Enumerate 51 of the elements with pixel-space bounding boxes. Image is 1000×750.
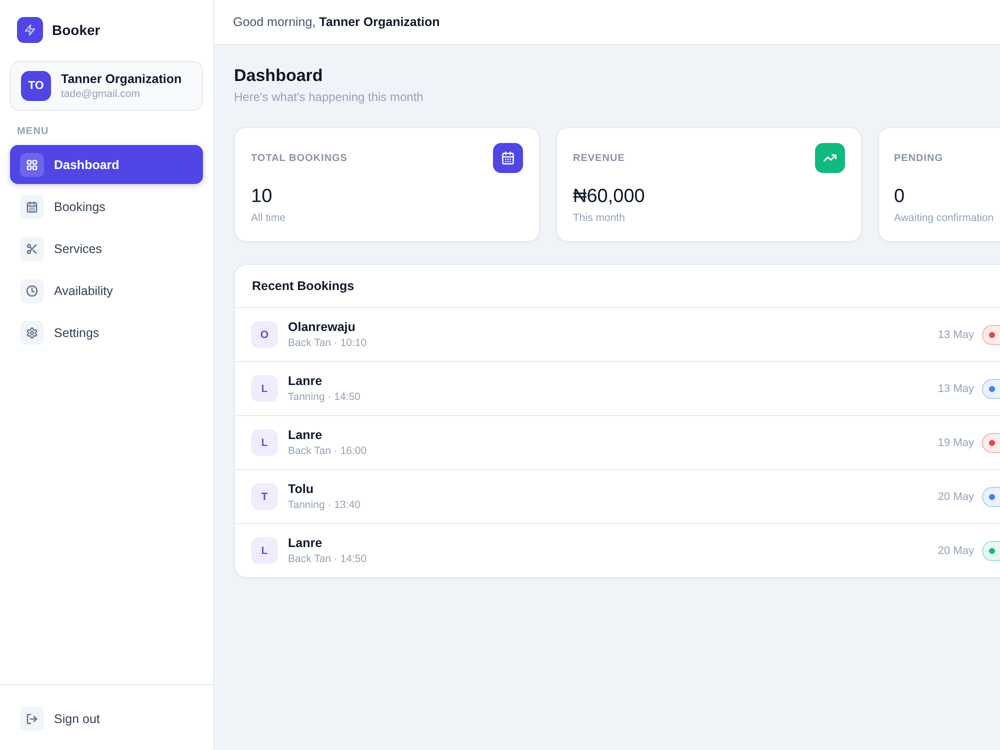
app-name: Booker bbox=[52, 22, 100, 38]
booking-detail: Back Tan · 16:00 bbox=[288, 444, 367, 458]
nav-item[interactable]: Services bbox=[10, 229, 203, 268]
stat-label: TOTAL BOOKINGS bbox=[251, 152, 348, 164]
clock-icon bbox=[20, 278, 44, 302]
customer-name: Tolu bbox=[288, 481, 314, 497]
page-subtitle: Here's what's happening this month bbox=[234, 89, 424, 105]
booking-date: 13 May bbox=[938, 328, 974, 340]
stat-label: REVENUE bbox=[573, 152, 625, 164]
customer-name: Olanrewaju bbox=[288, 319, 356, 335]
customer-avatar: L bbox=[251, 375, 278, 402]
sign-out-icon bbox=[20, 706, 44, 730]
nav-item[interactable]: Bookings bbox=[10, 187, 203, 226]
sign-out-button[interactable]: Sign out bbox=[10, 699, 203, 738]
booking-date: 20 May bbox=[938, 490, 974, 502]
gear-icon bbox=[20, 320, 44, 344]
nav-item[interactable]: Availability bbox=[10, 271, 203, 310]
customer-name: Lanre bbox=[288, 535, 322, 551]
account-name: Tanner Organization bbox=[61, 71, 182, 87]
customer-avatar: T bbox=[251, 483, 278, 510]
greeting-text: Good morning, Tanner Organization bbox=[233, 15, 440, 29]
booking-detail: Back Tan · 10:10 bbox=[288, 336, 367, 350]
customer-name: Lanre bbox=[288, 427, 322, 443]
stat-label: PENDING bbox=[894, 152, 944, 164]
calendar-icon bbox=[20, 194, 44, 218]
customer-name: Lanre bbox=[288, 373, 322, 389]
stat-note: All time bbox=[251, 211, 286, 225]
booking-detail: Tanning · 13:40 bbox=[288, 498, 360, 512]
customer-avatar: L bbox=[251, 537, 278, 564]
account-avatar: TO bbox=[21, 71, 51, 101]
page-title: Dashboard bbox=[234, 65, 323, 87]
stat-note: Awaiting confirmation bbox=[894, 211, 994, 225]
stat-value: ₦60,000 bbox=[573, 185, 645, 209]
scissors-icon bbox=[20, 236, 44, 260]
nav-item[interactable]: Dashboard bbox=[10, 145, 203, 184]
nav-item[interactable]: Settings bbox=[10, 313, 203, 352]
grid-icon bbox=[20, 152, 44, 176]
booking-detail: Back Tan · 14:50 bbox=[288, 552, 367, 566]
menu-heading: MENU bbox=[17, 126, 49, 138]
customer-avatar: O bbox=[251, 321, 278, 348]
stat-value: 10 bbox=[251, 185, 272, 209]
stat-value: 0 bbox=[894, 185, 905, 209]
booking-date: 13 May bbox=[938, 382, 974, 394]
account-email: tade@gmail.com bbox=[61, 87, 140, 101]
booking-detail: Tanning · 14:50 bbox=[288, 390, 360, 404]
booking-date: 20 May bbox=[938, 544, 974, 556]
stat-note: This month bbox=[573, 211, 625, 225]
booking-date: 19 May bbox=[938, 436, 974, 448]
card-title: Recent Bookings bbox=[252, 279, 354, 293]
lightning-icon bbox=[17, 17, 43, 43]
customer-avatar: L bbox=[251, 429, 278, 456]
